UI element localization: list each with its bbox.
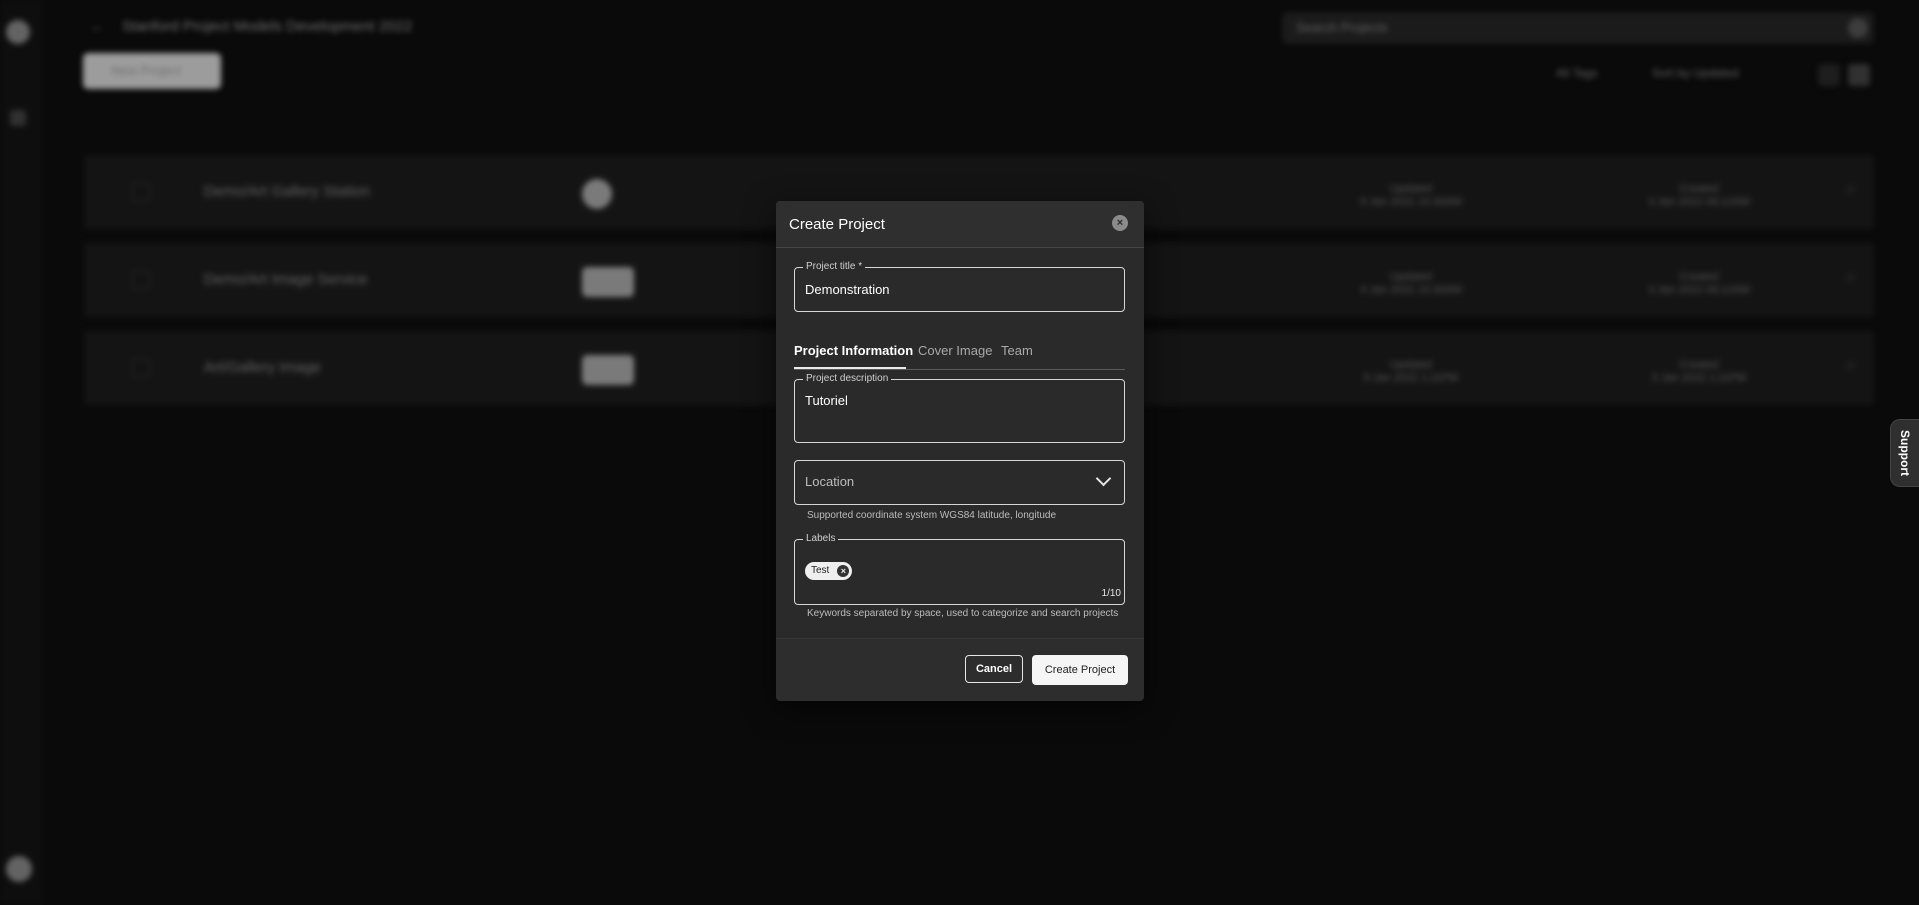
support-button[interactable]: Support (1890, 419, 1919, 487)
label-chip-text: Test (811, 565, 830, 576)
project-title-value: Demonstration (805, 282, 890, 297)
location-helper-text: Supported coordinate system WGS84 latitu… (807, 510, 1057, 521)
chevron-down-icon (1095, 470, 1112, 487)
project-description-value: Tutoriel (805, 393, 848, 408)
close-icon[interactable]: × (1112, 215, 1128, 231)
labels-counter: 1/10 (1101, 588, 1121, 599)
labels-field[interactable]: Labels Test × 1/10 (794, 533, 1125, 605)
location-select[interactable]: Location (794, 460, 1125, 505)
location-placeholder: Location (805, 474, 855, 489)
label-chip: Test × (805, 562, 853, 580)
active-tab-indicator (794, 367, 906, 369)
dialog-tabs: Project Information Cover Image Team (794, 339, 1125, 370)
create-project-button[interactable]: Create Project (1032, 655, 1128, 685)
labels-helper-text: Keywords separated by space, used to cat… (807, 608, 1119, 619)
tab-cover-image[interactable]: Cover Image (918, 343, 992, 358)
project-description-field[interactable]: Project description Tutoriel (794, 373, 1125, 443)
project-title-label: Project title * (803, 261, 866, 273)
cancel-button[interactable]: Cancel (965, 655, 1023, 683)
tab-team[interactable]: Team (1001, 343, 1033, 358)
dialog-title: Create Project (789, 216, 885, 233)
support-label: Support (1898, 430, 1912, 476)
dialog-header: Create Project × (776, 201, 1144, 248)
dialog-footer: Cancel Create Project (776, 638, 1144, 701)
tab-project-information[interactable]: Project Information (794, 343, 913, 358)
remove-chip-icon[interactable]: × (837, 565, 850, 577)
project-description-label: Project description (803, 373, 892, 385)
project-title-field[interactable]: Project title * Demonstration (794, 261, 1125, 312)
labels-label: Labels (803, 533, 839, 545)
create-project-dialog: Create Project × Project title * Demonst… (776, 201, 1144, 701)
